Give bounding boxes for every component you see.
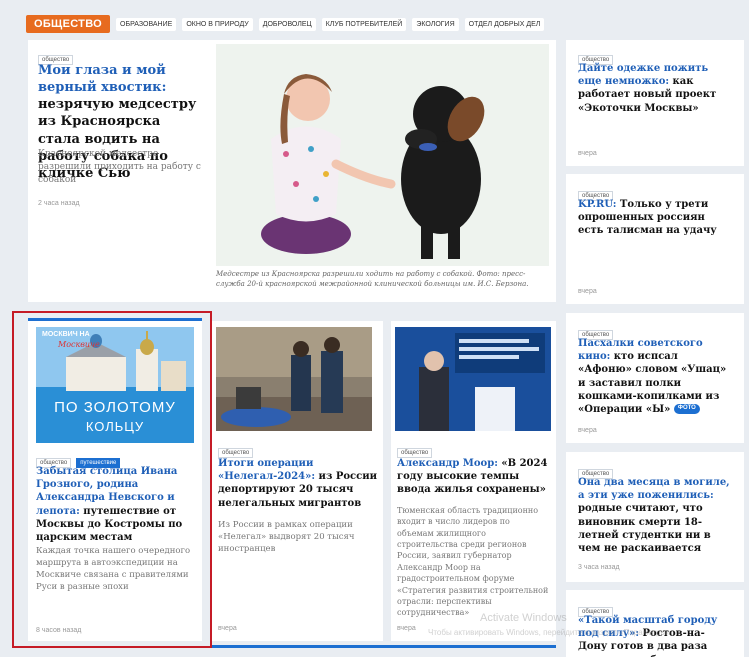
- right-card-3[interactable]: общество Пасхалки советского кино: кто и…: [566, 313, 744, 443]
- right-card-1-time: вчера: [578, 150, 597, 157]
- feature-headline-lead: Мои глаза и мой верный хвостик:: [38, 63, 167, 96]
- migrants-photo-illustration: [216, 327, 372, 431]
- forum-photo-illustration: [395, 327, 551, 431]
- tour-card-highlight: [12, 311, 212, 648]
- windows-watermark-title: Activate Windows: [480, 612, 567, 624]
- right-card-4-time: 3 часа назад: [578, 564, 620, 571]
- moor-headline[interactable]: Александр Моор: «В 2024 году высокие тем…: [397, 457, 552, 497]
- right-card-4-headline[interactable]: Она два месяца в могиле, а эти уже пожен…: [578, 476, 733, 555]
- section-nav: ОБЩЕСТВО ОБРАЗОВАНИЕ ОКНО В ПРИРОДУ ДОБР…: [26, 12, 556, 36]
- migrants-time: вчера: [218, 625, 237, 632]
- nav-link-education[interactable]: ОБРАЗОВАНИЕ: [116, 17, 177, 31]
- migrants-headline-lead: Итоги операции «Нелегал-2024»:: [218, 458, 316, 483]
- migrants-card[interactable]: общество Итоги операции «Нелегал-2024»: …: [212, 321, 383, 641]
- migrants-headline[interactable]: Итоги операции «Нелегал-2024»: из России…: [218, 457, 378, 510]
- feature-photo[interactable]: [216, 44, 549, 266]
- nav-link-ecology[interactable]: ЭКОЛОГИЯ: [412, 17, 459, 31]
- right-card-2-headline[interactable]: KP.RU: Только у трети опрошенных россиян…: [578, 198, 728, 238]
- migrants-lede: Из России в рамках операции «Нелегал» вы…: [218, 520, 355, 555]
- feature-time: 2 часа назад: [38, 200, 80, 207]
- right-card-1-headline[interactable]: Дайте одежке пожить еще немножко: как ра…: [578, 62, 728, 115]
- right-card-2-time: вчера: [578, 288, 597, 295]
- feature-card[interactable]: общество Мои глаза и мой верный хвостик:…: [28, 40, 556, 302]
- right-card-2[interactable]: общество KP.RU: Только у трети опрошенны…: [566, 174, 744, 304]
- right-card-4-headline-rest: родные считают, что виновник смерти 18-л…: [578, 503, 711, 554]
- feature-photo-caption: Медсестре из Красноярска разрешили ходит…: [216, 270, 529, 288]
- right-card-1[interactable]: общество Дайте одежке пожить еще немножк…: [566, 40, 744, 166]
- moor-time: вчера: [397, 625, 416, 632]
- nav-link-volunteer[interactable]: ДОБРОВОЛЕЦ: [258, 17, 316, 31]
- migrants-photo[interactable]: [216, 327, 372, 431]
- right-card-5[interactable]: общество «Такой масштаб городу под силу»…: [566, 590, 744, 657]
- bottom-accent-bar: [212, 645, 556, 648]
- right-card-3-headline[interactable]: Пасхалки советского кино: кто испсал «Аф…: [578, 337, 733, 416]
- right-card-4[interactable]: общество Она два месяца в могиле, а эти …: [566, 452, 744, 582]
- moor-headline-lead: Александр Моор:: [397, 458, 498, 469]
- moor-lede: Тюменская область традиционно входит в ч…: [397, 506, 549, 618]
- photo-badge: ФОТО: [673, 404, 700, 415]
- nav-link-consumers[interactable]: КЛУБ ПОТРЕБИТЕЛЕЙ: [321, 17, 407, 31]
- windows-watermark-text: Чтобы активировать Windows, перейдите в …: [428, 628, 673, 637]
- moor-card[interactable]: общество Александр Моор: «В 2024 году вы…: [391, 321, 556, 641]
- moor-photo[interactable]: [395, 327, 551, 431]
- nav-link-nature[interactable]: ОКНО В ПРИРОДУ: [182, 17, 253, 31]
- feature-lede: Красноярской медсестре разрешили приходи…: [38, 149, 201, 185]
- nav-link-good-deeds[interactable]: ОТДЕЛ ДОБРЫХ ДЕЛ: [464, 17, 545, 31]
- right-card-4-headline-lead: Она два месяца в могиле, а эти уже пожен…: [578, 477, 730, 502]
- nurse-dog-illustration: [216, 44, 549, 266]
- right-card-2-headline-lead: KP.RU:: [578, 199, 617, 210]
- right-card-3-time: вчера: [578, 427, 597, 434]
- section-button[interactable]: ОБЩЕСТВО: [26, 15, 111, 33]
